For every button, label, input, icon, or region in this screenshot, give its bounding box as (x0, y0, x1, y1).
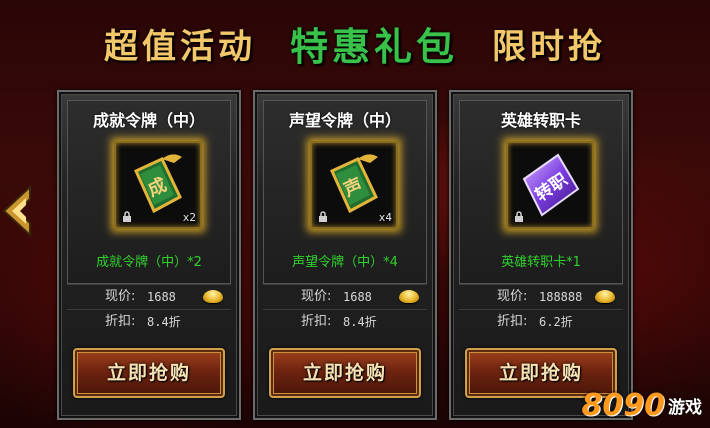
discount-row: 折扣: 8.4折 (263, 309, 427, 334)
discount-value: 6.2折 (539, 315, 573, 329)
card-title: 成就令牌（中） (92, 111, 205, 130)
price-value: 1688 (147, 290, 176, 304)
price-row: 现价: 188888 (459, 284, 623, 309)
price-label: 现价: (497, 289, 528, 304)
price-label: 现价: (105, 289, 136, 304)
lock-icon (319, 211, 327, 222)
gold-ingot-icon (203, 290, 223, 303)
job-change-card-icon: 转职 (522, 153, 580, 217)
previous-arrow-icon[interactable] (0, 183, 40, 239)
watermark-number: 8090 (581, 387, 666, 423)
discount-label: 折扣: (105, 314, 136, 329)
card-item-panel: 声望令牌（中） 声 x4 声望令牌（中）*4 (263, 100, 427, 284)
card-item-panel: 成就令牌（中） 成 x2 成就令牌（中）*2 (67, 100, 231, 284)
reward-text: 成就令牌（中）*2 (96, 255, 202, 270)
price-row: 现价: 1688 (263, 284, 427, 309)
item-slot[interactable]: 成 x2 (114, 141, 202, 229)
banner-text-super-value: 超值活动 (103, 26, 256, 67)
offer-card-hero-job-change: 英雄转职卡 转职 英雄转职卡*1 现价: 188888 折扣: 6.2折 立即抢… (449, 90, 633, 420)
item-slot[interactable]: 声 x4 (310, 141, 398, 229)
lock-icon (515, 211, 523, 222)
lock-icon (123, 211, 131, 222)
discount-value: 8.4折 (343, 315, 377, 329)
reward-text: 英雄转职卡*1 (501, 255, 581, 270)
discount-row: 折扣: 6.2折 (459, 309, 623, 334)
price-value: 1688 (343, 290, 372, 304)
event-banner: 超值活动 特惠礼包 限时抢 (0, 0, 710, 86)
price-label: 现价: (301, 289, 332, 304)
card-title: 声望令牌（中） (288, 111, 401, 130)
banner-text-special-pack: 特惠礼包 (289, 23, 458, 69)
reward-text: 声望令牌（中）*4 (292, 255, 398, 270)
item-quantity: x4 (378, 211, 392, 224)
discount-row: 折扣: 8.4折 (67, 309, 231, 334)
discount-label: 折扣: (301, 314, 332, 329)
watermark-text: 游戏 (668, 397, 702, 418)
discount-label: 折扣: (497, 314, 528, 329)
site-watermark: 8090 游戏 (581, 387, 703, 423)
discount-value: 8.4折 (147, 315, 181, 329)
gold-ingot-icon (595, 290, 615, 303)
offer-card-achievement: 成就令牌（中） 成 x2 成就令牌（中）*2 现价: 1688 折扣: 8.4折… (57, 90, 241, 420)
price-value: 188888 (539, 290, 583, 304)
item-quantity: x2 (182, 211, 196, 224)
buy-now-button[interactable]: 立即抢购 (73, 348, 225, 398)
banner-text-limited-time: 限时抢 (492, 26, 606, 67)
offer-card-prestige: 声望令牌（中） 声 x4 声望令牌（中）*4 现价: 1688 折扣: 8.4折… (253, 90, 437, 420)
card-title: 英雄转职卡 (500, 111, 581, 130)
buy-now-button[interactable]: 立即抢购 (269, 348, 421, 398)
card-item-panel: 英雄转职卡 转职 英雄转职卡*1 (459, 100, 623, 284)
price-row: 现价: 1688 (67, 284, 231, 309)
gold-ingot-icon (399, 290, 419, 303)
item-slot[interactable]: 转职 (506, 141, 594, 229)
